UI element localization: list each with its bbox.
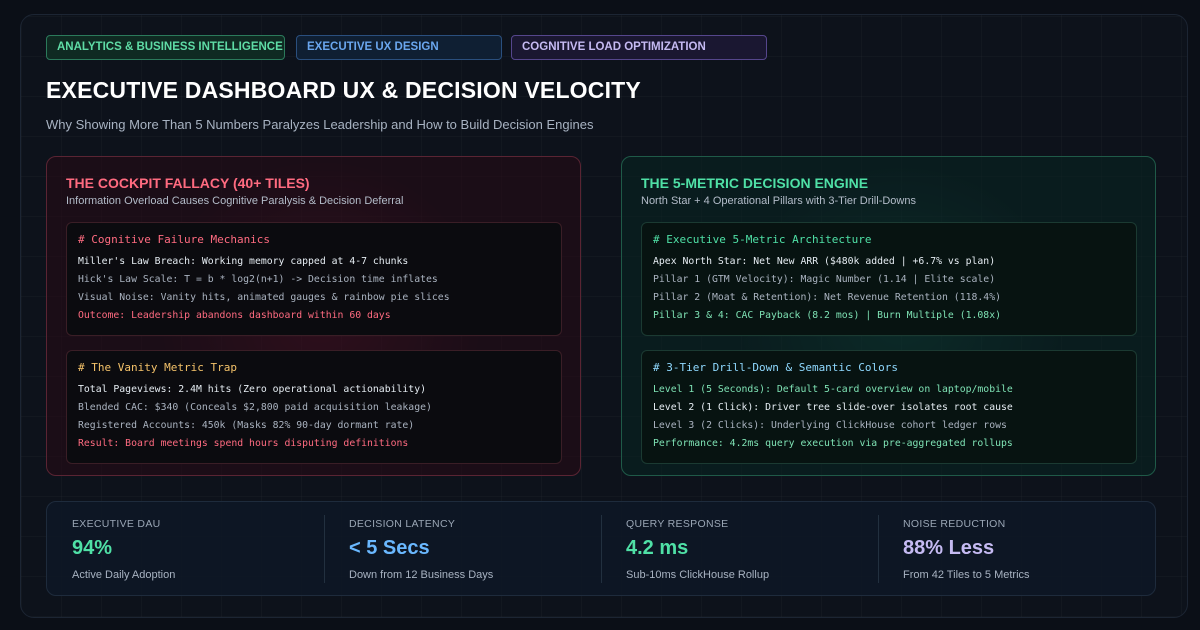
vanity-metric-block: # The Vanity Metric Trap Total Pageviews… (66, 350, 562, 464)
kpi-stats-bar: EXECUTIVE DAU 94% Active Daily Adoption … (46, 501, 1156, 596)
code-line: Pillar 3 & 4: CAC Payback (8.2 mos) | Bu… (653, 310, 1001, 321)
stat-description: From 42 Tiles to 5 Metrics (903, 569, 1030, 581)
stat-value: 88% Less (903, 537, 995, 559)
code-line: Hick's Law Scale: T = b * log2(n+1) -> D… (78, 274, 438, 285)
stat-executive-dau: EXECUTIVE DAU 94% Active Daily Adoption (47, 502, 324, 595)
panel-title: THE 5-METRIC DECISION ENGINE (641, 175, 869, 191)
stat-description: Down from 12 Business Days (349, 569, 494, 581)
code-line: Performance: 4.2ms query execution via p… (653, 438, 1013, 449)
stat-query-response: QUERY RESPONSE 4.2 ms Sub-10ms ClickHous… (601, 502, 878, 595)
tag-executive-ux: EXECUTIVE UX DESIGN (296, 35, 502, 60)
code-line: Total Pageviews: 2.4M hits (Zero operati… (78, 384, 426, 395)
stat-decision-latency: DECISION LATENCY < 5 Secs Down from 12 B… (324, 502, 601, 595)
code-line: Level 1 (5 Seconds): Default 5-card over… (653, 384, 1013, 395)
cockpit-fallacy-panel: THE COCKPIT FALLACY (40+ TILES) Informat… (46, 156, 581, 476)
block-heading: # The Vanity Metric Trap (78, 361, 237, 374)
cognitive-failure-block: # Cognitive Failure Mechanics Miller's L… (66, 222, 562, 336)
stat-value: < 5 Secs (349, 537, 430, 559)
stat-description: Sub-10ms ClickHouse Rollup (626, 569, 770, 581)
stat-description: Active Daily Adoption (72, 569, 176, 581)
block-heading: # Executive 5-Metric Architecture (653, 233, 872, 246)
stat-noise-reduction: NOISE REDUCTION 88% Less From 42 Tiles t… (878, 502, 1155, 595)
decision-engine-panel: THE 5-METRIC DECISION ENGINE North Star … (621, 156, 1156, 476)
page-title: EXECUTIVE DASHBOARD UX & DECISION VELOCI… (46, 77, 641, 103)
panel-subtitle: Information Overload Causes Cognitive Pa… (66, 195, 404, 207)
code-line: Blended CAC: $340 (Conceals $2,800 paid … (78, 402, 432, 413)
page-subtitle: Why Showing More Than 5 Numbers Paralyze… (46, 117, 594, 132)
code-line: Result: Board meetings spend hours dispu… (78, 438, 409, 449)
code-line: Registered Accounts: 450k (Masks 82% 90-… (78, 420, 415, 431)
tag-cognitive-load: COGNITIVE LOAD OPTIMIZATION (511, 35, 767, 60)
code-line: Miller's Law Breach: Working memory capp… (78, 256, 409, 267)
code-line: Level 2 (1 Click): Driver tree slide-ove… (653, 402, 1013, 413)
block-heading: # 3-Tier Drill-Down & Semantic Colors (653, 361, 899, 374)
code-line: Visual Noise: Vanity hits, animated gaug… (78, 292, 450, 303)
panel-title: THE COCKPIT FALLACY (40+ TILES) (66, 175, 310, 191)
panel-subtitle: North Star + 4 Operational Pillars with … (641, 195, 916, 207)
code-line: Level 3 (2 Clicks): Underlying ClickHous… (653, 420, 1007, 431)
infographic-card: ANALYTICS & BUSINESS INTELLIGENCE EXECUT… (20, 14, 1188, 618)
code-line: Pillar 2 (Moat & Retention): Net Revenue… (653, 292, 1001, 303)
stat-value: 94% (72, 537, 113, 559)
stat-label: DECISION LATENCY (349, 518, 456, 530)
stat-value: 4.2 ms (626, 537, 689, 559)
code-line: Outcome: Leadership abandons dashboard w… (78, 310, 391, 321)
code-line: Apex North Star: Net New ARR ($480k adde… (653, 256, 996, 267)
metric-architecture-block: # Executive 5-Metric Architecture Apex N… (641, 222, 1137, 336)
code-line: Pillar 1 (GTM Velocity): Magic Number (1… (653, 274, 996, 285)
stat-label: NOISE REDUCTION (903, 518, 1006, 530)
drill-down-block: # 3-Tier Drill-Down & Semantic Colors Le… (641, 350, 1137, 464)
block-heading: # Cognitive Failure Mechanics (78, 233, 271, 246)
tag-analytics: ANALYTICS & BUSINESS INTELLIGENCE (46, 35, 285, 60)
stat-label: EXECUTIVE DAU (72, 518, 161, 530)
stat-label: QUERY RESPONSE (626, 518, 729, 530)
